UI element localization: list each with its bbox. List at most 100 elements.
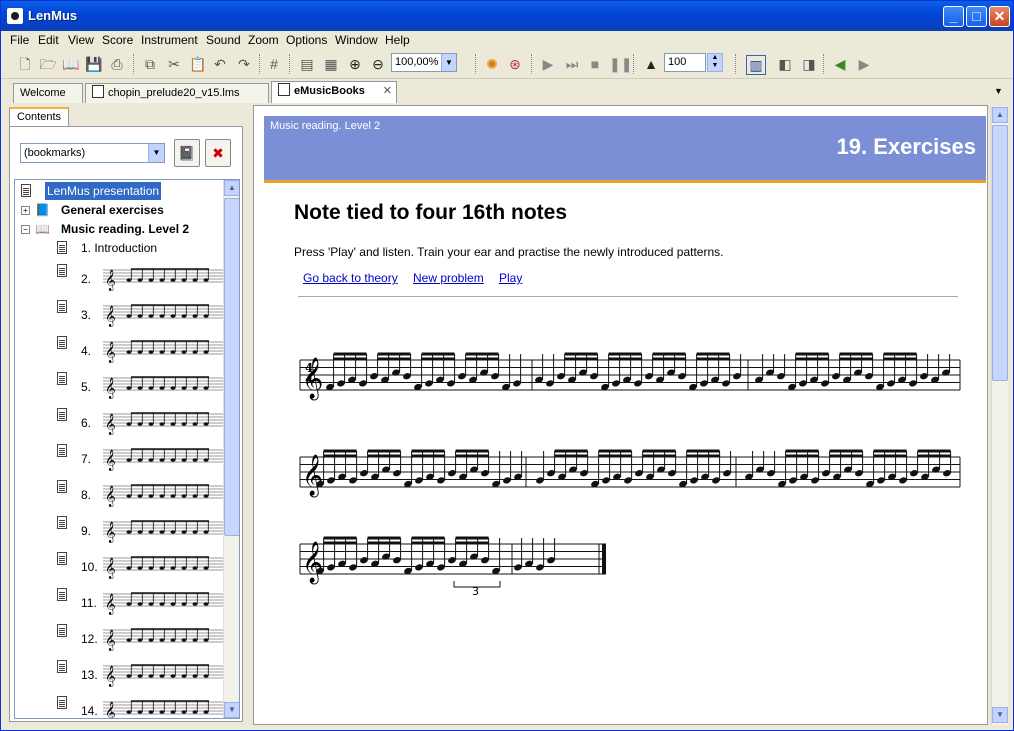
menu-sound[interactable]: Sound bbox=[206, 33, 241, 47]
collapse-icon[interactable]: − bbox=[21, 225, 30, 234]
tempo-spinner[interactable]: ▲ ▼ bbox=[707, 53, 723, 72]
main-scrollbar[interactable]: ▲ ▼ bbox=[991, 107, 1008, 725]
redo-icon[interactable]: ↷ bbox=[235, 55, 253, 73]
thumbnail-note bbox=[181, 674, 187, 678]
exercise-thumbnail: 𝄞 bbox=[103, 520, 225, 543]
toolbar-separator bbox=[289, 54, 292, 74]
tab-label: chopin_prelude20_v15.lms bbox=[108, 87, 240, 99]
new-file-icon[interactable]: 🗋 bbox=[16, 55, 34, 73]
tab-list-dropdown-icon[interactable]: ▼ bbox=[994, 86, 1003, 96]
thumbnail-note bbox=[192, 314, 198, 318]
page-magnify-icon[interactable]: ▦ bbox=[322, 55, 340, 73]
tab-contents[interactable]: Contents bbox=[9, 107, 69, 127]
maximize-button[interactable]: □ bbox=[966, 6, 987, 27]
treble-clef-icon: 𝄞 bbox=[105, 594, 116, 615]
exercise-thumbnail: 𝄞 bbox=[103, 556, 225, 579]
menu-help[interactable]: Help bbox=[385, 33, 410, 47]
scroll-up-icon[interactable]: ▲ bbox=[224, 180, 239, 196]
scroll-thumb[interactable] bbox=[992, 125, 1008, 381]
menu-view[interactable]: View bbox=[68, 33, 94, 47]
bookmarks-select[interactable]: (bookmarks) ▼ bbox=[20, 143, 165, 163]
menu-options[interactable]: Options bbox=[286, 33, 327, 47]
cut-icon[interactable]: ✂ bbox=[165, 55, 183, 73]
page-icon bbox=[57, 336, 67, 349]
thumbnail-note bbox=[192, 422, 198, 426]
paste-icon[interactable]: 📋 bbox=[189, 55, 207, 73]
thumbnail-note bbox=[126, 638, 132, 642]
page-icon bbox=[57, 516, 67, 529]
music-score[interactable]: 𝄞𝄞𝄞 4 4 3 bbox=[254, 106, 987, 724]
stop-icon[interactable]: ■ bbox=[586, 55, 604, 73]
exercise-thumbnail: 𝄞 bbox=[103, 700, 225, 718]
tree-label: 13. bbox=[81, 668, 98, 682]
scroll-up-icon[interactable]: ▲ bbox=[992, 107, 1008, 123]
treble-clef-icon: 𝄞 bbox=[105, 270, 116, 291]
open-folder-icon[interactable]: 🗁 bbox=[39, 55, 57, 73]
thumbnail-note bbox=[148, 386, 154, 390]
sound-settings-icon[interactable]: ✺ bbox=[483, 55, 501, 73]
thumbnail-note bbox=[148, 494, 154, 498]
thumbnail-note bbox=[203, 566, 209, 570]
page-view-icon[interactable]: ▤ bbox=[298, 55, 316, 73]
tuplet-number: 3 bbox=[472, 585, 479, 598]
thumbnail-note bbox=[192, 458, 198, 462]
menu-instrument[interactable]: Instrument bbox=[141, 33, 198, 47]
expand-icon[interactable]: + bbox=[21, 206, 30, 215]
toggle-sidebar-icon[interactable]: ▥ bbox=[746, 55, 766, 75]
book-left-icon[interactable]: ◧ bbox=[776, 55, 794, 73]
add-bookmark-button[interactable]: 📓 bbox=[174, 139, 200, 167]
copy-icon[interactable]: ⧉ bbox=[141, 55, 159, 73]
thumbnail-note bbox=[192, 674, 198, 678]
grid-icon[interactable]: # bbox=[265, 55, 283, 73]
menu-window[interactable]: Window bbox=[335, 33, 378, 47]
thumbnail-note bbox=[170, 458, 176, 462]
page-icon bbox=[57, 444, 67, 457]
tab-emusicbooks[interactable]: eMusicBooks ✕ bbox=[271, 81, 397, 103]
zoom-in-icon[interactable]: ⊕ bbox=[346, 55, 364, 73]
book-right-icon[interactable]: ◨ bbox=[800, 55, 818, 73]
window-title: LenMus bbox=[28, 8, 78, 23]
tab-score[interactable]: chopin_prelude20_v15.lms bbox=[85, 83, 269, 103]
undo-icon[interactable]: ↶ bbox=[211, 55, 229, 73]
open-book-icon[interactable]: 📖 bbox=[62, 55, 80, 73]
sidebar-scrollbar[interactable]: ▲ ▼ bbox=[223, 180, 239, 718]
forward-arrow-icon[interactable]: ▶ bbox=[855, 55, 873, 73]
close-button[interactable]: ✕ bbox=[989, 6, 1010, 27]
thumbnail-note bbox=[148, 422, 154, 426]
metronome-icon[interactable]: ▲ bbox=[642, 55, 660, 73]
menu-score[interactable]: Score bbox=[102, 33, 133, 47]
tempo-input[interactable]: 100 bbox=[664, 53, 706, 72]
zoom-select[interactable]: 100,00% ▼ bbox=[391, 53, 457, 72]
back-arrow-icon[interactable]: ◀ bbox=[831, 55, 849, 73]
scroll-down-icon[interactable]: ▼ bbox=[224, 702, 239, 718]
save-icon[interactable]: 💾 bbox=[85, 55, 103, 73]
treble-clef-icon: 𝄞 bbox=[105, 306, 116, 327]
scroll-down-icon[interactable]: ▼ bbox=[992, 707, 1008, 723]
toolbar-separator bbox=[735, 54, 738, 74]
tab-welcome[interactable]: Welcome bbox=[13, 83, 83, 103]
menu-edit[interactable]: Edit bbox=[38, 33, 59, 47]
play-cursor-icon[interactable]: ⏭ bbox=[563, 55, 581, 73]
tree-label: 4. bbox=[81, 344, 92, 358]
zoom-out-icon[interactable]: ⊖ bbox=[369, 55, 387, 73]
menu-zoom[interactable]: Zoom bbox=[248, 33, 279, 47]
close-tab-icon[interactable]: ✕ bbox=[383, 82, 392, 100]
pause-icon[interactable]: ❚❚ bbox=[609, 55, 632, 73]
remove-bookmark-button[interactable]: ✖ bbox=[205, 139, 231, 167]
thumbnail-note bbox=[181, 314, 187, 318]
midi-icon[interactable]: ⊛ bbox=[506, 55, 524, 73]
treble-clef-icon: 𝄞 bbox=[302, 541, 323, 584]
thumbnail-note bbox=[137, 422, 143, 426]
thumbnail-note bbox=[148, 278, 154, 282]
scroll-thumb[interactable] bbox=[224, 198, 239, 536]
chevron-down-icon[interactable]: ▼ bbox=[148, 144, 164, 162]
minimize-button[interactable]: _ bbox=[943, 6, 964, 27]
print-icon[interactable]: ⎙ bbox=[108, 55, 126, 73]
bookmarks-value: (bookmarks) bbox=[24, 147, 86, 159]
exercise-thumbnail: 𝄞 bbox=[103, 268, 225, 291]
play-icon[interactable]: ▶ bbox=[539, 55, 557, 73]
menu-file[interactable]: File bbox=[10, 33, 29, 47]
thumbnail-note bbox=[192, 566, 198, 570]
thumbnail-note bbox=[159, 494, 165, 498]
chevron-down-icon[interactable]: ▼ bbox=[441, 54, 456, 71]
